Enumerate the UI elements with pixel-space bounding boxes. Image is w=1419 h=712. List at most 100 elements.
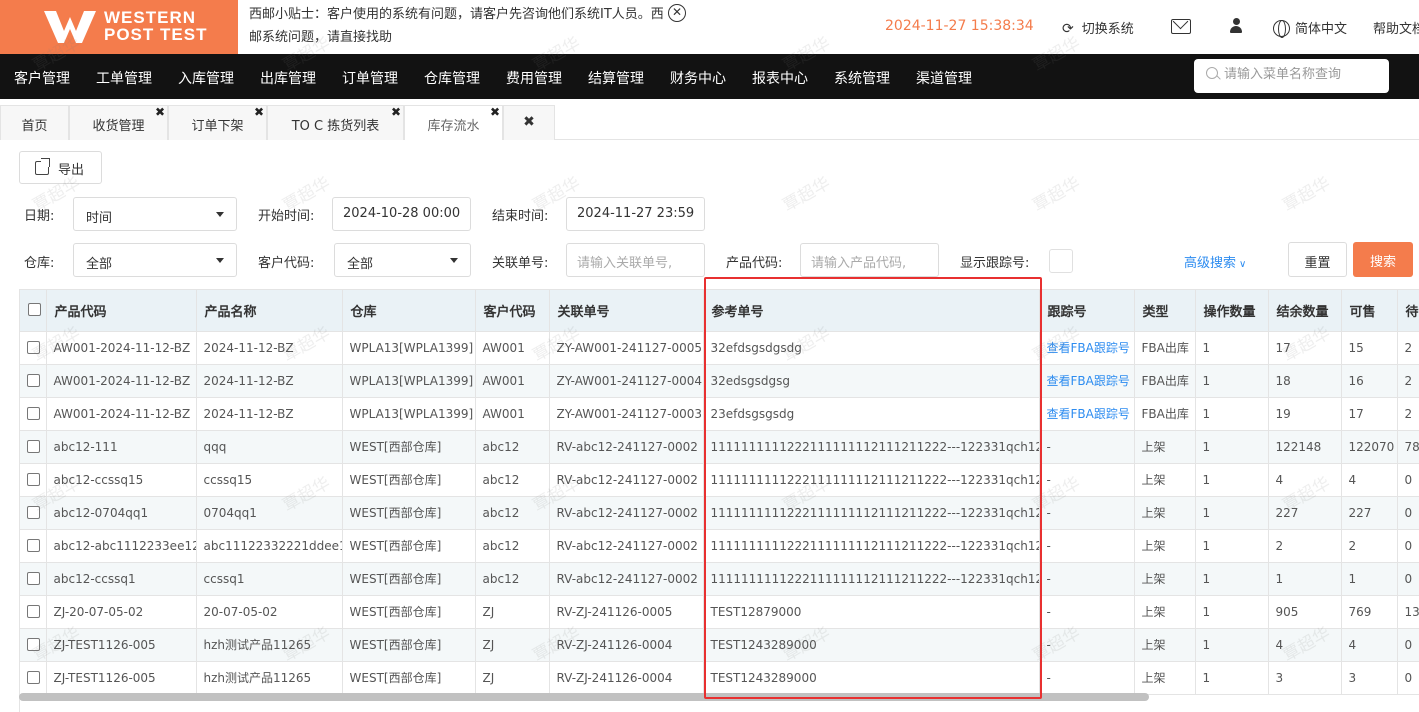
- col-header[interactable]: 结余数量: [1268, 290, 1342, 332]
- end-time-label: 结束时间:: [492, 209, 549, 224]
- col-header[interactable]: 待: [1397, 290, 1419, 332]
- nav-item-system[interactable]: 系统管理: [834, 68, 890, 88]
- tab-inventory-flow[interactable]: 库存流水 ✖: [404, 105, 503, 140]
- nav-item-customer[interactable]: 客户管理: [14, 68, 70, 88]
- nav-item-report[interactable]: 报表中心: [752, 68, 808, 88]
- logo[interactable]: WESTERN POST TEST: [0, 0, 238, 54]
- table-cell: -: [1039, 661, 1135, 695]
- export-button[interactable]: 导出: [19, 151, 102, 184]
- end-time-input[interactable]: 2024-11-27 23:59: [566, 197, 705, 231]
- select-all-cell: [20, 290, 47, 332]
- table-cell: 0: [1397, 496, 1419, 530]
- close-icon[interactable]: ✖: [490, 106, 500, 118]
- col-header[interactable]: 跟踪号: [1039, 290, 1135, 332]
- search-button[interactable]: 搜索: [1353, 242, 1413, 277]
- col-header[interactable]: 参考单号: [703, 290, 1040, 332]
- table-row[interactable]: abc12-abc1112233ee12 abc11122332221ddee1 W…: [20, 529, 1419, 563]
- table-cell[interactable]: 查看FBA跟踪号: [1039, 364, 1135, 398]
- tab-order-unshelve[interactable]: 订单下架 ✖: [168, 105, 267, 140]
- help-link[interactable]: 帮助文档: [1373, 18, 1419, 37]
- table-row[interactable]: ZJ-20-07-05-02 20-07-05-02 WEST[西部仓库] ZJ RV-…: [20, 595, 1419, 629]
- nav-item-finance[interactable]: 财务中心: [670, 68, 726, 88]
- col-header[interactable]: 产品名称: [196, 290, 343, 332]
- col-header[interactable]: 仓库: [342, 290, 476, 332]
- table-row[interactable]: AW001-2024-11-12-BZ 2024-11-12-BZ WPLA13[W…: [20, 397, 1419, 431]
- mail-icon[interactable]: [1171, 19, 1191, 34]
- table-row[interactable]: abc12-ccssq1 ccssq1 WEST[西部仓库] abc12 RV-abc1…: [20, 562, 1419, 596]
- table-cell: FBA出库: [1134, 397, 1196, 431]
- row-checkbox[interactable]: [27, 439, 40, 453]
- col-header[interactable]: 可售: [1341, 290, 1398, 332]
- table-row[interactable]: abc12-0704qq1 0704qq1 WEST[西部仓库] abc12 RV-ab…: [20, 496, 1419, 530]
- tab-home[interactable]: 首页: [0, 105, 69, 140]
- row-select-cell: [20, 430, 47, 464]
- row-select-cell: [20, 595, 47, 629]
- language-selector[interactable]: 简体中文: [1273, 18, 1347, 38]
- user-icon[interactable]: [1230, 18, 1242, 34]
- date-type-select[interactable]: 时间: [73, 197, 237, 231]
- table-row[interactable]: abc12-111 qqq WEST[西部仓库] abc12 RV-abc12-2411…: [20, 430, 1419, 464]
- menu-search[interactable]: [1194, 59, 1389, 93]
- col-header[interactable]: 类型: [1134, 290, 1196, 332]
- product-code-input[interactable]: 请输入产品代码,: [800, 243, 939, 277]
- table-row[interactable]: AW001-2024-11-12-BZ 2024-11-12-BZ WPLA13[W…: [20, 364, 1419, 398]
- nav-item-warehouse[interactable]: 仓库管理: [424, 68, 480, 88]
- close-icon[interactable]: ✖: [155, 106, 165, 118]
- nav-item-fee[interactable]: 费用管理: [506, 68, 562, 88]
- table-row[interactable]: AW001-2024-11-12-BZ 2024-11-12-BZ WPLA13[W…: [20, 331, 1419, 365]
- table-cell: abc12-abc1112233ee12: [46, 529, 197, 563]
- row-checkbox[interactable]: [27, 505, 40, 519]
- date-label: 日期:: [24, 209, 55, 224]
- table-row[interactable]: ZJ-TEST1126-005 hzh测试产品11265 WEST[西部仓库] ZJ R…: [20, 628, 1419, 662]
- row-checkbox[interactable]: [27, 670, 40, 684]
- watermark: 覃超华: [779, 173, 834, 217]
- close-icon[interactable]: ✖: [391, 106, 401, 118]
- tab-receiving[interactable]: 收货管理 ✖: [69, 105, 168, 140]
- row-checkbox[interactable]: [27, 340, 40, 354]
- tab-toc-picking[interactable]: TO C 拣货列表 ✖: [267, 105, 404, 140]
- table-cell[interactable]: 查看FBA跟踪号: [1039, 331, 1135, 365]
- close-icon[interactable]: ✕: [668, 4, 686, 22]
- close-all-tabs-button[interactable]: ✖: [503, 105, 555, 140]
- row-checkbox[interactable]: [27, 538, 40, 552]
- nav-item-settlement[interactable]: 结算管理: [588, 68, 644, 88]
- row-checkbox[interactable]: [27, 373, 40, 387]
- select-all-checkbox[interactable]: [28, 302, 41, 316]
- menu-search-input[interactable]: [1224, 67, 1384, 82]
- customer-code-select[interactable]: 全部: [334, 243, 471, 277]
- show-tracking-checkbox[interactable]: [1049, 249, 1073, 273]
- start-time-input[interactable]: 2024-10-28 00:00: [332, 197, 471, 231]
- row-select-cell: [20, 628, 47, 662]
- col-header[interactable]: 操作数量: [1195, 290, 1269, 332]
- table-cell[interactable]: 查看FBA跟踪号: [1039, 397, 1135, 431]
- table-row[interactable]: abc12-ccssq15 ccssq15 WEST[西部仓库] abc12 RV-ab…: [20, 463, 1419, 497]
- row-checkbox[interactable]: [27, 571, 40, 585]
- col-header[interactable]: 客户代码: [475, 290, 550, 332]
- col-header[interactable]: 关联单号: [549, 290, 704, 332]
- refresh-icon: ⟳: [1062, 21, 1074, 37]
- close-icon[interactable]: ✖: [254, 106, 264, 118]
- switch-system-button[interactable]: ⟳ 切换系统: [1062, 18, 1134, 37]
- table-cell: abc12-0704qq1: [46, 496, 197, 530]
- nav-item-outbound[interactable]: 出库管理: [260, 68, 316, 88]
- nav-item-channel[interactable]: 渠道管理: [916, 68, 972, 88]
- warehouse-select[interactable]: 全部: [73, 243, 237, 277]
- nav-item-ticket[interactable]: 工单管理: [96, 68, 152, 88]
- col-header[interactable]: 产品代码: [46, 290, 197, 332]
- globe-icon: [1273, 20, 1290, 38]
- reset-button[interactable]: 重置: [1288, 242, 1347, 277]
- table-cell: 227: [1268, 496, 1342, 530]
- related-no-input[interactable]: 请输入关联单号,: [566, 243, 705, 277]
- table-row[interactable]: ZJ-TEST1126-005 hzh测试产品11265 WEST[西部仓库] ZJ R…: [20, 661, 1419, 695]
- table-cell: 1: [1195, 529, 1269, 563]
- row-checkbox[interactable]: [27, 472, 40, 486]
- row-checkbox[interactable]: [27, 637, 40, 651]
- horizontal-scrollbar[interactable]: [19, 693, 1149, 701]
- row-checkbox[interactable]: [27, 604, 40, 618]
- tab-bar: 首页 收货管理 ✖ 订单下架 ✖ TO C 拣货列表 ✖ 库存流水 ✖ ✖: [0, 99, 1419, 140]
- nav-item-inbound[interactable]: 入库管理: [178, 68, 234, 88]
- nav-item-order[interactable]: 订单管理: [342, 68, 398, 88]
- table-cell: 1111111111222111111112111211222---122331…: [703, 496, 1040, 530]
- row-checkbox[interactable]: [27, 406, 40, 420]
- advanced-search-link[interactable]: 高级搜索 ∨: [1184, 252, 1246, 271]
